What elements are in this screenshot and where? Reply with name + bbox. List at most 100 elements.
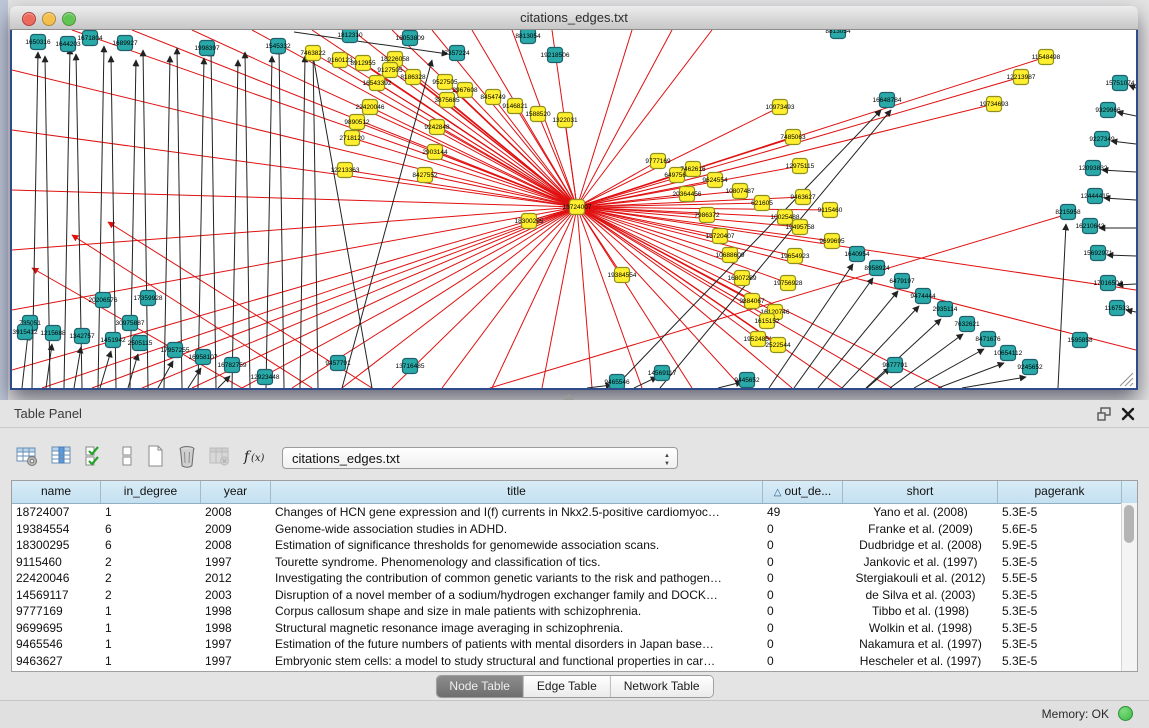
table-cell[interactable]: 9699695 xyxy=(12,620,101,637)
graph-edge[interactable] xyxy=(12,207,577,250)
select-all-icon[interactable] xyxy=(80,442,110,472)
graph-edge[interactable] xyxy=(211,50,216,388)
table-cell[interactable]: 19384554 xyxy=(12,521,101,538)
graph-edge[interactable] xyxy=(177,48,182,388)
graph-edge[interactable] xyxy=(352,138,577,207)
graph-edge[interactable] xyxy=(390,70,577,207)
table-cell[interactable]: de Silva et al. (2003) xyxy=(843,587,998,604)
column-header-out_de[interactable]: △out_de... xyxy=(763,481,843,503)
table-cell[interactable]: 1 xyxy=(101,504,201,521)
table-cell[interactable]: Estimation of the future numbers of pati… xyxy=(271,636,763,653)
table-cell[interactable]: Embryonic stem cells: a model to study s… xyxy=(271,653,763,670)
graph-edge[interactable] xyxy=(577,30,712,207)
table-cell[interactable]: 5.6E-5 xyxy=(998,521,1122,538)
table-cell[interactable]: 1 xyxy=(101,620,201,637)
table-cell[interactable]: 1997 xyxy=(201,636,271,653)
table-cell[interactable]: Nakamura et al. (1997) xyxy=(843,636,998,653)
graph-edge[interactable] xyxy=(198,58,204,388)
table-cell[interactable]: 5.3E-5 xyxy=(998,603,1122,620)
show-columns-icon[interactable] xyxy=(46,442,76,472)
graph-edge[interactable] xyxy=(818,291,898,388)
table-cell[interactable]: 1998 xyxy=(201,603,271,620)
table-row[interactable]: 969969511998Structural magnetic resonanc… xyxy=(12,620,1137,637)
close-icon[interactable] xyxy=(1119,405,1137,423)
table-cell[interactable]: 5.9E-5 xyxy=(998,537,1122,554)
window-titlebar[interactable]: citations_edges.txt xyxy=(10,6,1138,30)
table-cell[interactable]: 6 xyxy=(101,521,201,538)
graph-edge[interactable] xyxy=(12,207,577,370)
table-cell[interactable]: Franke et al. (2009) xyxy=(843,521,998,538)
new-file-icon[interactable] xyxy=(140,442,170,472)
table-cell[interactable]: 0 xyxy=(763,603,843,620)
table-cell[interactable]: Wolkin et al. (1998) xyxy=(843,620,998,637)
table-cell[interactable]: 0 xyxy=(763,537,843,554)
table-cell[interactable]: 1997 xyxy=(201,554,271,571)
table-cell[interactable]: Structural magnetic resonance image aver… xyxy=(271,620,763,637)
clear-selection-icon[interactable] xyxy=(112,442,142,472)
table-cell[interactable]: 0 xyxy=(763,620,843,637)
table-cell[interactable]: 2008 xyxy=(201,537,271,554)
table-cell[interactable]: Genome-wide association studies in ADHD. xyxy=(271,521,763,538)
graph-edge[interactable] xyxy=(914,349,984,388)
column-header-pagerank[interactable]: pagerank xyxy=(998,481,1122,503)
table-cell[interactable]: 1997 xyxy=(201,653,271,670)
graph-edge[interactable] xyxy=(490,214,1068,388)
table-cell[interactable]: 18300295 xyxy=(12,537,101,554)
network-view-window[interactable]: citations_edges.txt 18724007183002951938… xyxy=(10,6,1138,390)
graph-edge[interactable] xyxy=(313,50,318,388)
graph-edge[interactable] xyxy=(279,48,284,388)
graph-edge[interactable] xyxy=(962,377,1026,388)
table-cell[interactable]: Corpus callosum shape and size in male p… xyxy=(271,603,763,620)
column-header-year[interactable]: year xyxy=(201,481,271,503)
graph-edge[interactable] xyxy=(442,207,577,388)
table-cell[interactable]: Disruption of a novel member of a sodium… xyxy=(271,587,763,604)
scrollbar-thumb[interactable] xyxy=(1124,505,1134,543)
graph-edge[interactable] xyxy=(1111,141,1136,144)
graph-edge[interactable] xyxy=(437,127,577,207)
table-cell[interactable]: 2 xyxy=(101,554,201,571)
graph-edge[interactable] xyxy=(542,207,577,388)
table-cell[interactable]: 9463627 xyxy=(12,653,101,670)
table-cell[interactable]: 1 xyxy=(101,653,201,670)
table-cell[interactable]: 5.3E-5 xyxy=(998,620,1122,637)
table-row[interactable]: 1938455462009Genome-wide association stu… xyxy=(12,521,1137,538)
tab-network-table[interactable]: Network Table xyxy=(611,676,713,697)
float-window-icon[interactable] xyxy=(1095,405,1113,423)
table-cell[interactable]: 2008 xyxy=(201,504,271,521)
table-cell[interactable]: Tourette syndrome. Phenomenology and cla… xyxy=(271,554,763,571)
graph-edge[interactable] xyxy=(245,52,250,388)
table-cell[interactable]: 2012 xyxy=(201,570,271,587)
table-row[interactable]: 946362711997Embryonic stem cells: a mode… xyxy=(12,653,1137,670)
tab-node-table[interactable]: Node Table xyxy=(436,676,524,697)
graph-edge[interactable] xyxy=(158,361,173,388)
table-cell[interactable]: 5.3E-5 xyxy=(998,587,1122,604)
graph-edge[interactable] xyxy=(634,377,657,388)
graph-edge[interactable] xyxy=(74,347,81,388)
graph-edge[interactable] xyxy=(1058,224,1066,388)
table-row[interactable]: 1830029562008Estimation of significance … xyxy=(12,537,1137,554)
column-header-in_degree[interactable]: in_degree xyxy=(101,481,201,503)
tab-edge-table[interactable]: Edge Table xyxy=(524,676,611,697)
table-settings-icon[interactable] xyxy=(12,442,42,472)
table-cell[interactable]: Yano et al. (2008) xyxy=(843,504,998,521)
graph-edge[interactable] xyxy=(577,104,994,207)
table-cell[interactable]: Stergiakouli et al. (2012) xyxy=(843,570,998,587)
graph-edge[interactable] xyxy=(938,363,1004,388)
table-cell[interactable]: 1 xyxy=(101,636,201,653)
column-header-title[interactable]: title xyxy=(271,481,763,503)
table-cell[interactable]: 6 xyxy=(101,537,201,554)
table-cell[interactable]: 0 xyxy=(763,570,843,587)
table-row[interactable]: 946554611997Estimation of the future num… xyxy=(12,636,1137,653)
table-row[interactable]: 1456911722003Disruption of a novel membe… xyxy=(12,587,1137,604)
table-cell[interactable]: 5.3E-5 xyxy=(998,554,1122,571)
graph-edge[interactable] xyxy=(300,56,305,388)
table-select-dropdown[interactable]: citations_edges.txt ▲▼ xyxy=(282,447,678,469)
table-cell[interactable]: 0 xyxy=(763,521,843,538)
table-cell[interactable]: 5.3E-5 xyxy=(998,504,1122,521)
canvas-resize-grip[interactable] xyxy=(1120,373,1133,386)
table-cell[interactable]: 5.5E-5 xyxy=(998,570,1122,587)
table-row[interactable]: 2242004622012Investigating the contribut… xyxy=(12,570,1137,587)
table-cell[interactable]: 0 xyxy=(763,636,843,653)
table-cell[interactable]: 1998 xyxy=(201,620,271,637)
table-cell[interactable]: 49 xyxy=(763,504,843,521)
